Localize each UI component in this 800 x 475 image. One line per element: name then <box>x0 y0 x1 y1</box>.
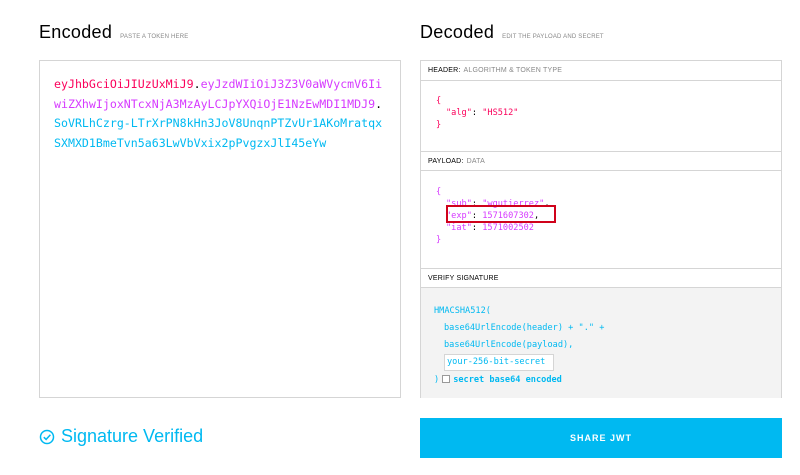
payload-sublabel: DATA <box>466 157 486 165</box>
alg-value: "HS512" <box>482 108 519 118</box>
encoded-token-input[interactable]: eyJhbGciOiJIUzUxMiJ9.eyJzdWIiOiJ3Z3V0aWV… <box>39 60 401 398</box>
verify-label: VERIFY SIGNATURE <box>428 274 499 282</box>
token-signature-part: SoVRLhCzrg-LTrXrPN8kHn3JoV8UnqnPTZvUr1AK… <box>54 116 383 150</box>
payload-json-editor[interactable]: { "sub": "wgutierrez", "exp": 1571607302… <box>421 171 781 268</box>
decoded-heading: Decoded <box>420 22 495 42</box>
base64-label: secret base64 encoded <box>453 375 562 385</box>
payload-label: PAYLOAD: <box>428 157 464 165</box>
secret-input[interactable]: your-256-bit-secret <box>444 354 554 371</box>
header-sublabel: ALGORITHM & TOKEN TYPE <box>463 67 563 74</box>
close-paren: ) <box>434 375 440 385</box>
iat-key: "iat" <box>446 223 472 233</box>
sub-highlight-box <box>446 205 556 223</box>
encoded-heading: Encoded <box>39 22 113 42</box>
header-section-title: HEADER: ALGORITHM & TOKEN TYPE <box>421 61 781 81</box>
token-header-part: eyJhbGciOiJIUzUxMiJ9 <box>54 77 194 91</box>
encoded-hint: PASTE A TOKEN HERE <box>120 34 189 40</box>
encode-header-line: base64UrlEncode(header) + "." + <box>444 323 605 333</box>
decoded-title: Decoded EDIT THE PAYLOAD AND SECRET <box>420 22 604 43</box>
verify-signature-body: HMACSHA512( base64UrlEncode(header) + ".… <box>421 288 781 398</box>
decoded-panel: HEADER: ALGORITHM & TOKEN TYPE { "alg": … <box>420 60 782 398</box>
encode-payload-line: base64UrlEncode(payload), <box>444 340 574 350</box>
share-jwt-button[interactable]: SHARE JWT <box>420 418 782 458</box>
signature-status: Signature Verified <box>39 426 203 447</box>
iat-value: 1571002502 <box>482 223 534 233</box>
encoded-title: Encoded PASTE A TOKEN HERE <box>39 22 188 43</box>
verify-section-title: VERIFY SIGNATURE <box>421 268 781 288</box>
token-text: eyJhbGciOiJIUzUxMiJ9.eyJzdWIiOiJ3Z3V0aWV… <box>54 77 383 150</box>
signature-status-text: Signature Verified <box>61 426 204 446</box>
decoded-hint: EDIT THE PAYLOAD AND SECRET <box>502 34 604 40</box>
base64-checkbox[interactable] <box>442 375 451 383</box>
payload-section-title: PAYLOAD: DATA <box>421 151 781 171</box>
header-label: HEADER: <box>428 67 461 74</box>
alg-key: "alg" <box>446 108 472 118</box>
check-circle-icon <box>39 429 55 444</box>
hmac-function: HMACSHA512( <box>434 306 491 316</box>
header-json-editor[interactable]: { "alg": "HS512" } <box>421 81 781 151</box>
